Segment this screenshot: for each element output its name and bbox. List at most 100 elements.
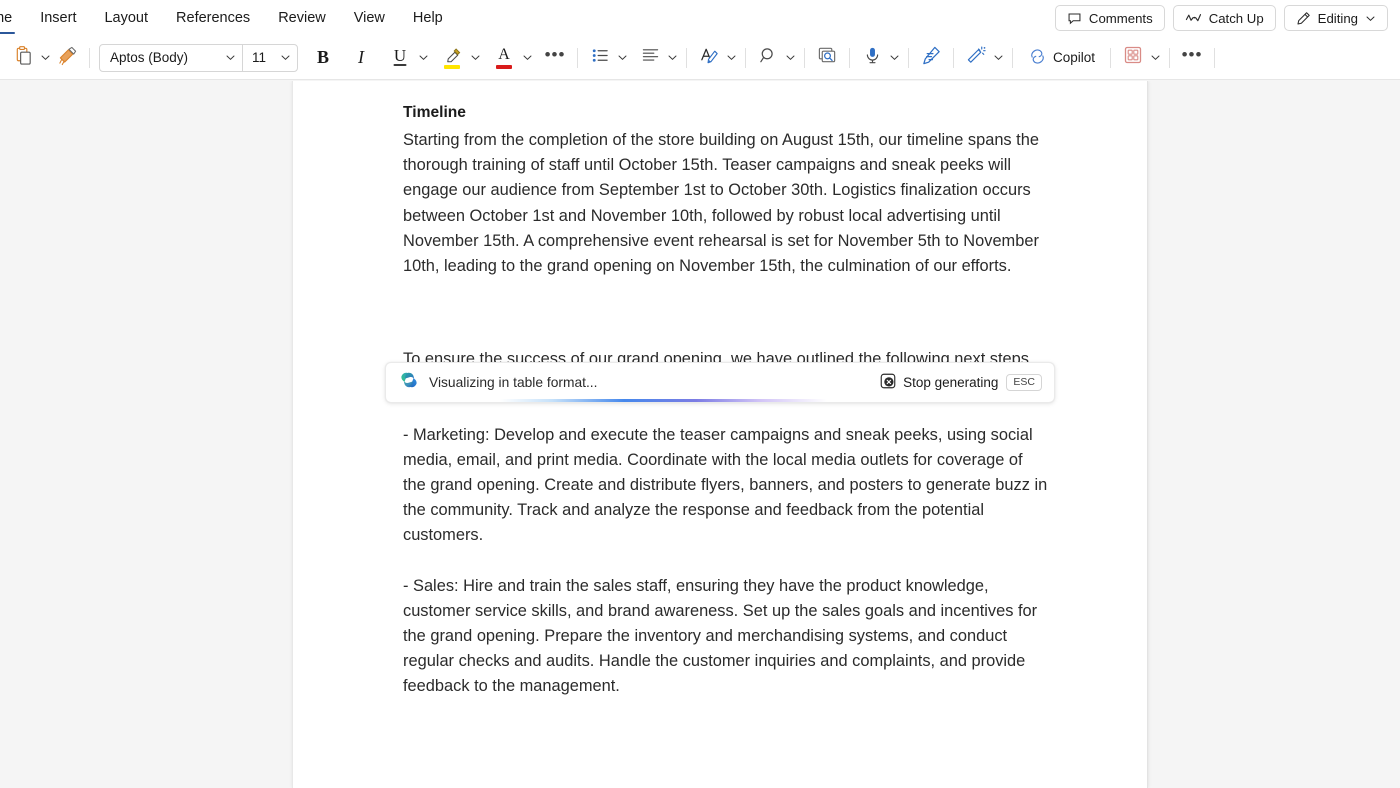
- styles-icon: [699, 45, 720, 71]
- align-chevron[interactable]: [665, 52, 679, 63]
- bold-button[interactable]: B: [308, 43, 338, 73]
- editor-button[interactable]: [916, 43, 946, 73]
- table-chevron[interactable]: [1148, 52, 1162, 63]
- toolbar-divider-8: [953, 48, 954, 68]
- menu-tab-references-label: References: [176, 10, 250, 26]
- paragraph-marketing: - Marketing: Develop and execute the tea…: [403, 423, 1048, 549]
- comment-icon: [1067, 11, 1082, 26]
- styles-button[interactable]: [694, 43, 724, 73]
- toolbar-divider-10: [1110, 48, 1111, 68]
- find-replace-icon: [817, 45, 838, 71]
- format-painter-button[interactable]: [52, 43, 82, 73]
- copilot-status-actions: Stop generating ESC: [880, 373, 1042, 392]
- designer-button[interactable]: [961, 43, 991, 73]
- menu-bar: ome Insert Layout References Review View…: [0, 0, 1400, 36]
- editing-label: Editing: [1318, 11, 1358, 26]
- toolbar-divider-2: [577, 48, 578, 68]
- stop-icon: [880, 373, 896, 392]
- toolbar-divider-12: [1214, 48, 1215, 68]
- catch-up-button[interactable]: Catch Up: [1173, 5, 1276, 31]
- bullet-list-icon: [591, 46, 610, 70]
- bullet-list-chevron[interactable]: [615, 52, 629, 63]
- italic-label: I: [358, 47, 364, 68]
- underline-options-chevron[interactable]: [416, 52, 430, 63]
- align-button[interactable]: [635, 43, 665, 73]
- menu-tab-home[interactable]: ome: [0, 0, 26, 36]
- toolbar-divider-6: [849, 48, 850, 68]
- paste-button[interactable]: [8, 43, 38, 73]
- font-more-options-button[interactable]: •••: [540, 43, 570, 73]
- document-canvas[interactable]: Timeline Starting from the completion of…: [0, 81, 1400, 788]
- find-replace-button[interactable]: [812, 43, 842, 73]
- underline-icon: U: [388, 45, 412, 71]
- format-painter-icon: [57, 45, 78, 71]
- bullet-list-button[interactable]: [585, 43, 615, 73]
- table-button[interactable]: [1118, 43, 1148, 73]
- ribbon-toolbar: Aptos (Body) 11 B I U A: [0, 36, 1400, 80]
- highlight-icon: [440, 45, 464, 71]
- catch-up-label: Catch Up: [1209, 11, 1264, 26]
- stop-generating-label: Stop generating: [903, 375, 998, 390]
- search-chevron[interactable]: [783, 52, 797, 63]
- highlight-options-chevron[interactable]: [468, 52, 482, 63]
- designer-chevron[interactable]: [991, 52, 1005, 63]
- styles-chevron[interactable]: [724, 52, 738, 63]
- menu-tab-view[interactable]: View: [340, 0, 399, 36]
- menu-tab-list: ome Insert Layout References Review View…: [0, 0, 457, 36]
- menu-tab-insert[interactable]: Insert: [26, 0, 90, 36]
- font-color-button[interactable]: A: [488, 43, 520, 73]
- stop-generating-button[interactable]: Stop generating: [880, 373, 998, 392]
- esc-key-badge[interactable]: ESC: [1006, 374, 1042, 392]
- font-color-icon: A: [492, 45, 516, 71]
- pencil-icon: [1296, 11, 1311, 26]
- editing-mode-button[interactable]: Editing: [1284, 5, 1388, 31]
- toolbar-divider-11: [1169, 48, 1170, 68]
- comments-button[interactable]: Comments: [1055, 5, 1165, 31]
- menu-actions: Comments Catch Up Editing: [1055, 5, 1400, 31]
- menu-tab-layout-label: Layout: [104, 10, 148, 26]
- toolbar-divider-3: [686, 48, 687, 68]
- menu-tab-view-label: View: [354, 10, 385, 26]
- copilot-label: Copilot: [1053, 50, 1095, 65]
- font-color-options-chevron[interactable]: [520, 52, 534, 63]
- toolbar-divider-4: [745, 48, 746, 68]
- paragraph-timeline: Starting from the completion of the stor…: [403, 128, 1048, 279]
- search-icon: [759, 46, 778, 70]
- underline-button[interactable]: U: [384, 43, 416, 73]
- menu-tab-layout[interactable]: Layout: [90, 0, 162, 36]
- highlight-button[interactable]: [436, 43, 468, 73]
- paragraph-spacer-2: [403, 549, 1048, 574]
- menu-tab-review[interactable]: Review: [264, 0, 340, 36]
- italic-button[interactable]: I: [346, 43, 376, 73]
- menu-tab-insert-label: Insert: [40, 10, 76, 26]
- copilot-inline-gap: [403, 279, 1048, 347]
- dictate-button[interactable]: [857, 43, 887, 73]
- paragraph-sales: - Sales: Hire and train the sales staff,…: [403, 574, 1048, 700]
- font-more-label: •••: [545, 46, 566, 63]
- align-icon: [641, 46, 660, 70]
- editor-icon: [921, 45, 942, 71]
- menu-tab-help-label: Help: [413, 10, 443, 26]
- copilot-button[interactable]: Copilot: [1020, 43, 1103, 73]
- toolbar-overflow-button[interactable]: •••: [1177, 43, 1207, 73]
- font-name-input[interactable]: Aptos (Body): [100, 50, 218, 65]
- toolbar-divider-9: [1012, 48, 1013, 68]
- document-page[interactable]: Timeline Starting from the completion of…: [292, 81, 1148, 788]
- menu-tab-review-label: Review: [278, 10, 326, 26]
- search-button[interactable]: [753, 43, 783, 73]
- toolbar-overflow-label: •••: [1182, 46, 1203, 63]
- font-size-input[interactable]: 11: [243, 50, 273, 65]
- activity-wave-icon: [1185, 11, 1202, 25]
- comments-label: Comments: [1089, 11, 1153, 26]
- menu-tab-references[interactable]: References: [162, 0, 264, 36]
- paste-icon: [13, 45, 34, 71]
- toolbar-divider-7: [908, 48, 909, 68]
- dictate-chevron[interactable]: [887, 52, 901, 63]
- font-size-chevron[interactable]: [273, 52, 297, 63]
- menu-tab-help[interactable]: Help: [399, 0, 457, 36]
- font-name-chevron[interactable]: [218, 52, 242, 63]
- paste-options-chevron[interactable]: [38, 52, 52, 63]
- copilot-logo-icon: [399, 370, 419, 395]
- copilot-status-message: Visualizing in table format...: [429, 375, 597, 390]
- copilot-icon: [1028, 47, 1047, 69]
